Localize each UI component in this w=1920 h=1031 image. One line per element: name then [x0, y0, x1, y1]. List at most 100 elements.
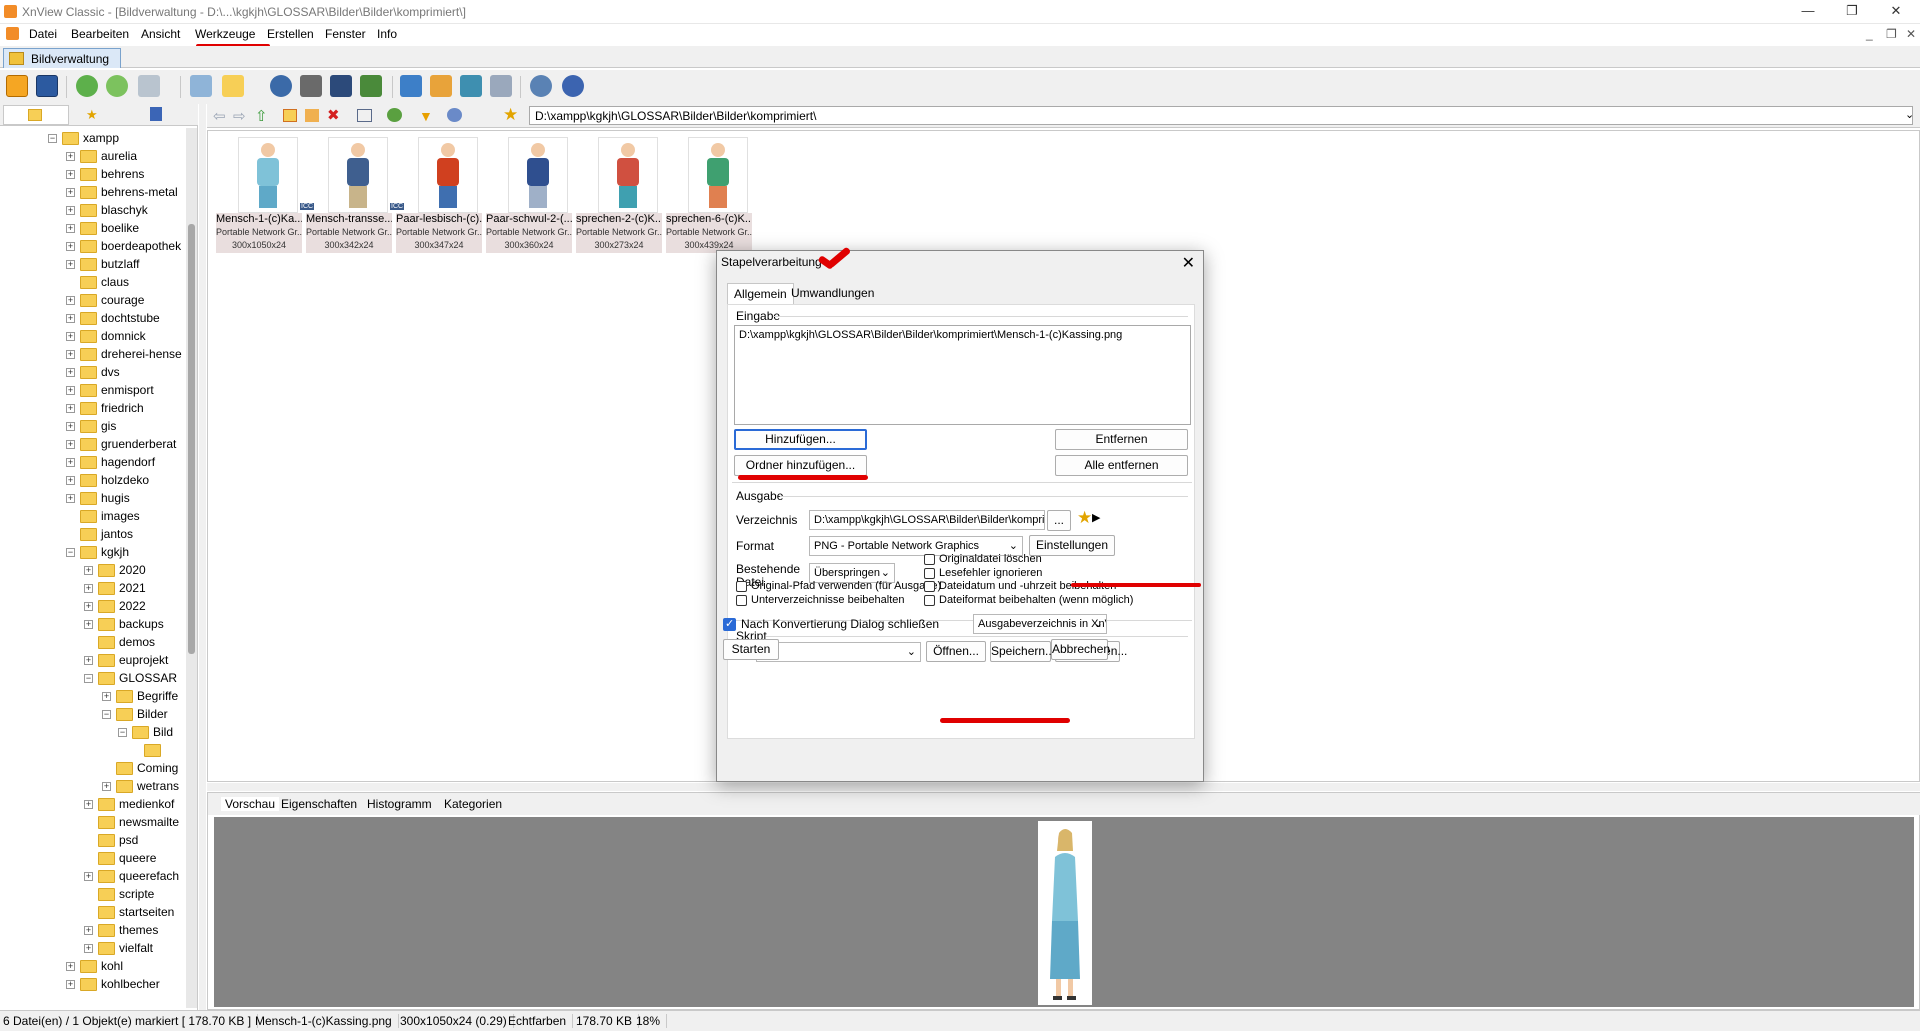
- expand-icon[interactable]: +: [66, 386, 75, 395]
- star-icon[interactable]: ★: [503, 105, 518, 125]
- thumbnail-item[interactable]: Paar-schwul-2-(... Portable Network Gr...…: [486, 137, 590, 253]
- expand-icon[interactable]: +: [84, 602, 93, 611]
- expand-icon[interactable]: +: [84, 926, 93, 935]
- menu-werkzeuge[interactable]: Werkzeuge: [195, 27, 255, 41]
- start-button[interactable]: Starten: [723, 639, 779, 660]
- menu-info[interactable]: Info: [377, 27, 397, 41]
- tab-histogramm[interactable]: Histogramm: [367, 797, 432, 811]
- expand-icon[interactable]: +: [84, 872, 93, 881]
- expand-icon[interactable]: +: [66, 260, 75, 269]
- thumbnail-item[interactable]: ICC Mensch-1-(c)Ka... Portable Network Gr.…: [216, 137, 320, 253]
- menu-ansicht[interactable]: Ansicht: [141, 27, 180, 41]
- expand-icon[interactable]: +: [66, 350, 75, 359]
- expand-icon[interactable]: +: [66, 422, 75, 431]
- refresh-icon[interactable]: [76, 75, 98, 97]
- mdi-minimize-button[interactable]: _: [1866, 27, 1873, 41]
- tree-scrollbar-thumb[interactable]: [188, 224, 195, 654]
- menu-fenster[interactable]: Fenster: [325, 27, 366, 41]
- tab-allgemein[interactable]: Allgemein: [727, 283, 794, 305]
- tab-kategorien[interactable]: Kategorien: [444, 797, 502, 811]
- expand-icon[interactable]: +: [66, 152, 75, 161]
- network-icon[interactable]: [460, 75, 482, 97]
- tab-bildverwaltung[interactable]: Bildverwaltung: [3, 48, 121, 68]
- expand-icon[interactable]: +: [84, 800, 93, 809]
- expand-icon[interactable]: +: [84, 566, 93, 575]
- tab-umwandlungen[interactable]: Umwandlungen: [785, 283, 880, 305]
- view-mode-icon[interactable]: [357, 109, 372, 122]
- tab-eigenschaften[interactable]: Eigenschaften: [281, 797, 357, 811]
- expand-icon[interactable]: +: [66, 296, 75, 305]
- rename-icon[interactable]: [305, 109, 319, 122]
- thumbnail-item[interactable]: ICC Mensch-transse... Portable Network Gr.…: [306, 137, 410, 253]
- expand-icon[interactable]: +: [84, 620, 93, 629]
- address-dropdown-icon[interactable]: ⌄: [1905, 108, 1914, 121]
- up-arrow-icon[interactable]: ⇧: [255, 107, 268, 125]
- expand-icon[interactable]: +: [66, 980, 75, 989]
- expand-icon[interactable]: +: [102, 782, 111, 791]
- settings-icon[interactable]: [530, 75, 552, 97]
- expand-icon[interactable]: +: [66, 404, 75, 413]
- collapse-icon[interactable]: −: [66, 548, 75, 557]
- expand-icon[interactable]: +: [66, 458, 75, 467]
- open-script-button[interactable]: Öffnen...: [926, 641, 986, 662]
- new-folder-icon[interactable]: [283, 109, 297, 122]
- option-checkbox[interactable]: Dateiformat beibehalten (wenn möglich): [924, 594, 1184, 610]
- expand-icon[interactable]: +: [66, 224, 75, 233]
- back-arrow-icon[interactable]: ⇦: [213, 107, 226, 125]
- web-icon[interactable]: [430, 75, 452, 97]
- mdi-restore-button[interactable]: ❐: [1886, 27, 1897, 41]
- output-target-select[interactable]: Ausgabeverzeichnis in XnView⌄: [973, 614, 1107, 634]
- expand-icon[interactable]: +: [66, 476, 75, 485]
- expand-icon[interactable]: +: [66, 242, 75, 251]
- expand-icon[interactable]: +: [66, 494, 75, 503]
- sync-icon[interactable]: [447, 108, 462, 122]
- tab-favorites[interactable]: ★: [86, 107, 98, 123]
- maximize-button[interactable]: ❐: [1830, 0, 1874, 22]
- mdi-close-button[interactable]: ✕: [1906, 27, 1916, 41]
- expand-icon[interactable]: +: [84, 584, 93, 593]
- menu-bearbeiten[interactable]: Bearbeiten: [71, 27, 129, 41]
- thumbnail-item[interactable]: sprechen-6-(c)K... Portable Network Gr...…: [666, 137, 770, 253]
- expand-icon[interactable]: +: [66, 170, 75, 179]
- minimize-button[interactable]: —: [1786, 0, 1830, 22]
- expand-icon[interactable]: +: [66, 314, 75, 323]
- menu-datei[interactable]: Datei: [29, 27, 57, 41]
- close-button[interactable]: ✕: [1874, 0, 1918, 22]
- script-select[interactable]: ⌄: [756, 642, 921, 662]
- expand-icon[interactable]: +: [102, 692, 111, 701]
- expand-icon[interactable]: +: [66, 368, 75, 377]
- delete-icon[interactable]: ✖: [327, 106, 340, 124]
- expand-icon[interactable]: +: [84, 656, 93, 665]
- print-icon[interactable]: [300, 75, 322, 97]
- scan-icon[interactable]: [330, 75, 352, 97]
- tab-vorschau[interactable]: Vorschau: [221, 797, 280, 811]
- collapse-icon[interactable]: −: [102, 710, 111, 719]
- collapse-icon[interactable]: −: [118, 728, 127, 737]
- vertical-splitter[interactable]: [199, 104, 206, 1010]
- convert-icon[interactable]: [138, 75, 160, 97]
- thumbnail-item[interactable]: sprechen-2-(c)K... Portable Network Gr...…: [576, 137, 680, 253]
- collapse-icon[interactable]: −: [84, 674, 93, 683]
- fullscreen-icon[interactable]: [36, 75, 58, 97]
- sort-icon[interactable]: [387, 108, 402, 122]
- expand-icon[interactable]: +: [66, 206, 75, 215]
- menu-erstellen[interactable]: Erstellen: [267, 27, 314, 41]
- expand-icon[interactable]: +: [66, 962, 75, 971]
- collapse-icon[interactable]: −: [48, 134, 57, 143]
- grid-icon[interactable]: [490, 75, 512, 97]
- search-icon[interactable]: [270, 75, 292, 97]
- expand-icon[interactable]: +: [66, 332, 75, 341]
- save-script-button[interactable]: Speichern...: [990, 641, 1055, 662]
- cancel-button[interactable]: Abbrechen: [1051, 639, 1110, 660]
- screen-icon[interactable]: [400, 75, 422, 97]
- horizontal-splitter[interactable]: [207, 783, 1920, 791]
- expand-icon[interactable]: +: [66, 188, 75, 197]
- thumbnail-item[interactable]: Paar-lesbisch-(c)... Portable Network Gr.…: [396, 137, 500, 253]
- tab-folders[interactable]: [3, 105, 69, 125]
- expand-icon[interactable]: +: [66, 440, 75, 449]
- rotate-icon[interactable]: [106, 75, 128, 97]
- slideshow-icon[interactable]: [190, 75, 212, 97]
- info-icon[interactable]: [562, 75, 584, 97]
- filter-icon[interactable]: ▼: [419, 108, 433, 124]
- address-field[interactable]: D:\xampp\kgkjh\GLOSSAR\Bilder\Bilder\kom…: [529, 106, 1913, 125]
